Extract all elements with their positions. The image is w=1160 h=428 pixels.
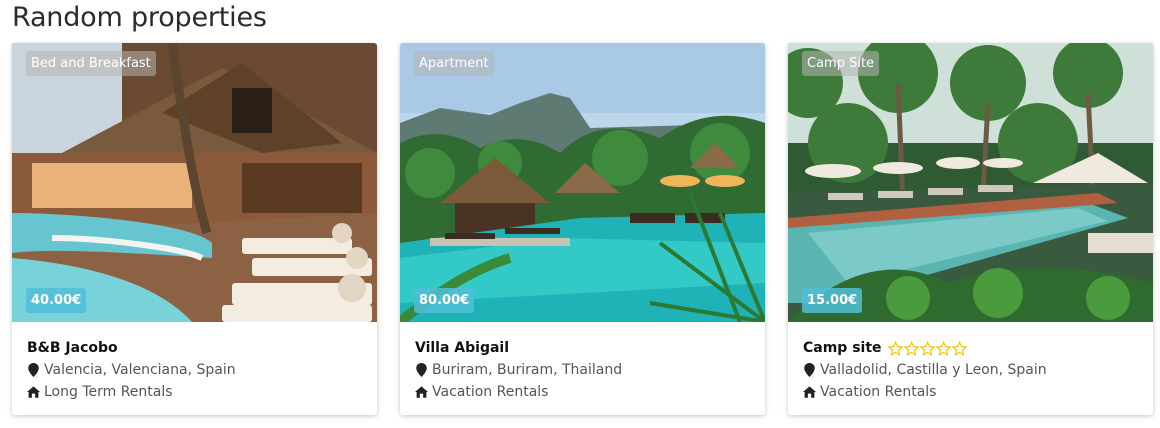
property-name-text: Camp site (803, 340, 882, 356)
property-cards: Bed and Breakfast 40.00€ B&B Jacobo Vale… (12, 43, 1153, 415)
price-badge: 40.00€ (26, 288, 87, 313)
property-card[interactable]: Bed and Breakfast 40.00€ B&B Jacobo Vale… (12, 43, 377, 415)
property-location: Buriram, Buriram, Thailand (415, 361, 750, 379)
property-photo[interactable]: Apartment 80.00€ (400, 43, 765, 322)
category-text: Long Term Rentals (44, 384, 173, 400)
property-category: Vacation Rentals (803, 383, 1138, 401)
property-name[interactable]: Camp site (803, 339, 1138, 357)
location-text: Valladolid, Castilla y Leon, Spain (820, 362, 1047, 378)
property-type-badge: Apartment (414, 51, 494, 76)
home-icon (27, 386, 40, 398)
property-name-text: B&B Jacobo (27, 340, 118, 356)
map-marker-icon (28, 363, 39, 377)
location-text: Buriram, Buriram, Thailand (432, 362, 623, 378)
property-type-badge: Bed and Breakfast (26, 51, 156, 76)
rating-stars (887, 340, 967, 356)
property-name[interactable]: B&B Jacobo (27, 339, 362, 357)
map-marker-icon (804, 363, 815, 377)
star-outline-icon (935, 340, 951, 356)
home-icon (415, 386, 428, 398)
property-type-badge: Camp Site (802, 51, 880, 76)
star-outline-icon (919, 340, 935, 356)
location-text: Valencia, Valenciana, Spain (44, 362, 236, 378)
star-outline-icon (951, 340, 967, 356)
property-location: Valladolid, Castilla y Leon, Spain (803, 361, 1138, 379)
property-name[interactable]: Villa Abigail (415, 339, 750, 357)
property-photo[interactable]: Camp Site 15.00€ (788, 43, 1153, 322)
property-category: Vacation Rentals (415, 383, 750, 401)
property-card[interactable]: Apartment 80.00€ Villa Abigail Buriram, … (400, 43, 765, 415)
price-badge: 15.00€ (802, 288, 863, 313)
home-icon (803, 386, 816, 398)
category-text: Vacation Rentals (820, 384, 937, 400)
property-category: Long Term Rentals (27, 383, 362, 401)
star-outline-icon (903, 340, 919, 356)
star-outline-icon (887, 340, 903, 356)
property-card[interactable]: Camp Site 15.00€ Camp site Valladolid, C… (788, 43, 1153, 415)
map-marker-icon (416, 363, 427, 377)
property-photo[interactable]: Bed and Breakfast 40.00€ (12, 43, 377, 322)
section-title: Random properties (12, 2, 267, 33)
price-badge: 80.00€ (414, 288, 475, 313)
property-location: Valencia, Valenciana, Spain (27, 361, 362, 379)
property-name-text: Villa Abigail (415, 340, 510, 356)
category-text: Vacation Rentals (432, 384, 549, 400)
